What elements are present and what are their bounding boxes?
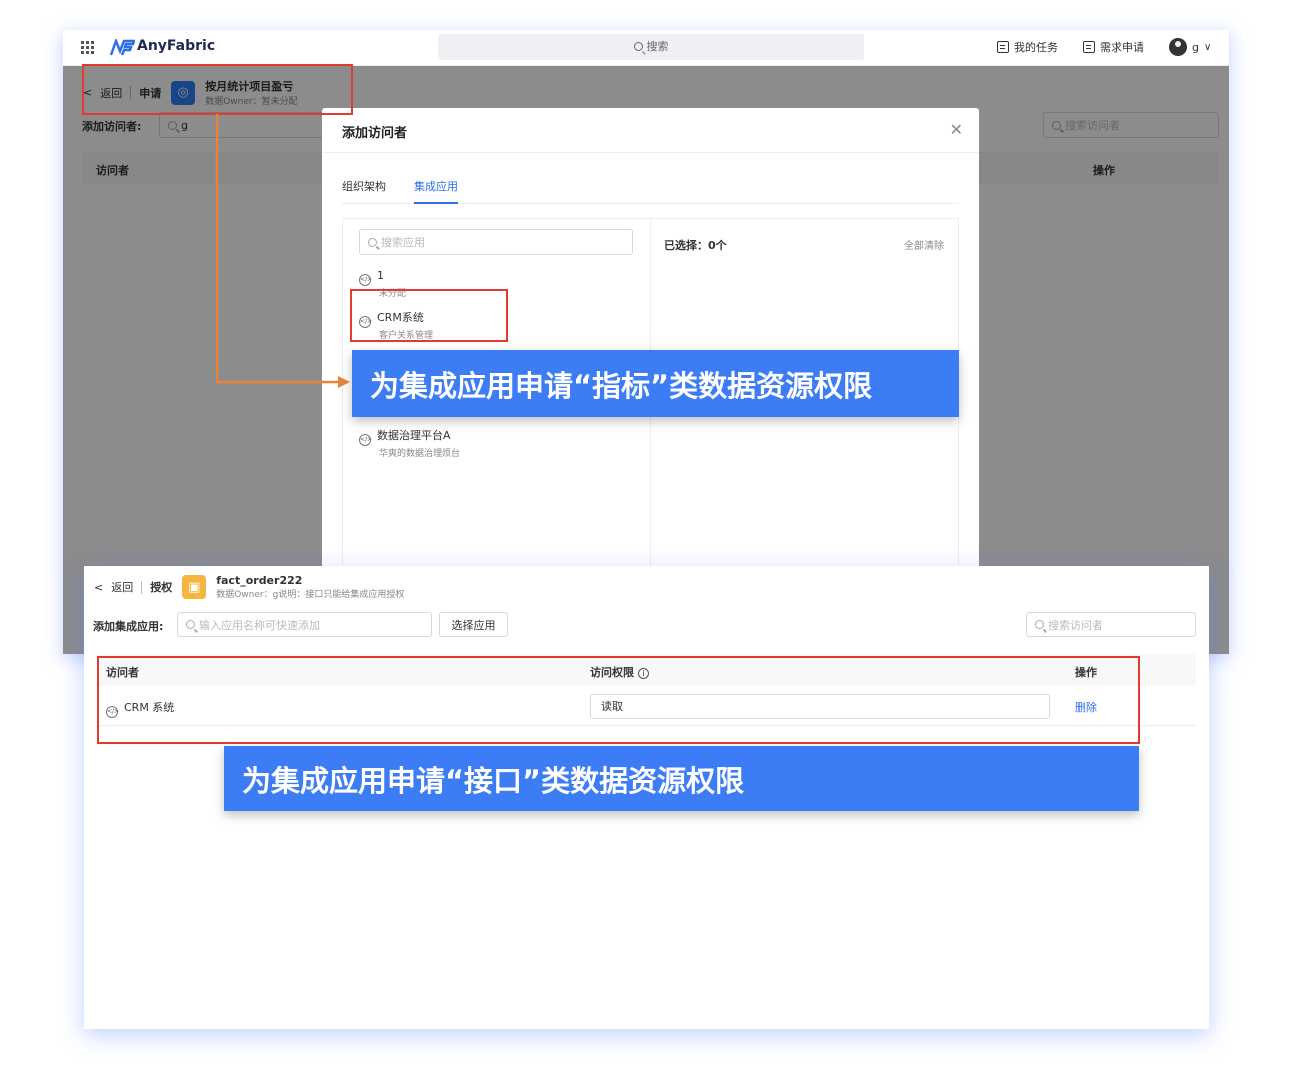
back-icon[interactable]: < <box>94 581 103 594</box>
my-tasks-link[interactable]: 我的任务 <box>997 39 1058 55</box>
app-name: AnyFabric <box>137 38 216 54</box>
search-app-placeholder: 搜索应用 <box>381 236 425 249</box>
search-icon <box>1035 620 1044 629</box>
divider <box>141 580 143 594</box>
divider <box>322 152 979 153</box>
add-app-label: 添加集成应用: <box>93 620 164 633</box>
app-name: 1 <box>377 269 384 282</box>
api-icon: ▣ <box>182 575 207 599</box>
highlight-crm-app <box>350 289 508 342</box>
highlight-resource <box>82 64 353 115</box>
resource-meta: 数据Owner：g说明：接口只能给集成应用授权 <box>216 590 405 600</box>
app-name: 数据治理平台A <box>377 429 451 442</box>
app-icon: </> <box>359 274 372 286</box>
banner-api: 为集成应用申请“接口”类数据资源权限 <box>224 746 1139 811</box>
app-icon: </> <box>359 434 372 446</box>
demand-apply-link[interactable]: 需求申请 <box>1083 39 1144 55</box>
task-icon <box>997 41 1009 53</box>
add-app-placeholder: 输入应用名称可快速添加 <box>199 618 320 632</box>
anyfabric-logo-icon <box>109 39 135 56</box>
app-item[interactable]: </> 数据治理平台A 华爽的数据治理烦台 <box>359 427 460 459</box>
clipboard-icon <box>1083 41 1095 53</box>
top-bar: AnyFabric 搜索 我的任务 需求申请 g ∨ <box>63 30 1229 66</box>
demand-apply-label: 需求申请 <box>1100 41 1144 54</box>
my-tasks-label: 我的任务 <box>1014 41 1058 54</box>
selected-count: 已选择：0个 <box>664 239 727 252</box>
mode-label: 授权 <box>150 581 173 594</box>
add-app-input[interactable]: 输入应用名称可快速添加 <box>177 612 432 637</box>
close-icon[interactable]: ✕ <box>950 120 963 139</box>
search-icon <box>368 237 377 247</box>
search-visitor-placeholder: 搜索访问者 <box>1048 618 1103 632</box>
global-search[interactable]: 搜索 <box>438 34 864 60</box>
choose-app-button[interactable]: 选择应用 <box>439 612 508 637</box>
search-icon <box>186 620 195 629</box>
search-visitor-input[interactable]: 搜索访问者 <box>1026 612 1196 637</box>
modal-tabs: 组织架构 集成应用 <box>342 176 959 204</box>
clear-all-button[interactable]: 全部清除 <box>904 237 944 252</box>
highlight-table <box>97 656 1140 744</box>
chevron-down-icon: ∨ <box>1203 41 1212 53</box>
app-grid-icon[interactable] <box>81 41 95 55</box>
search-app-input[interactable]: 搜索应用 <box>359 229 633 255</box>
banner-indicator: 为集成应用申请“指标”类数据资源权限 <box>352 350 959 417</box>
user-menu[interactable]: g ∨ <box>1169 38 1211 56</box>
global-search-placeholder: 搜索 <box>646 40 669 53</box>
back-link[interactable]: 返回 <box>111 579 133 595</box>
connector-arrow-icon <box>215 114 350 388</box>
resource-name: fact_order222 <box>216 574 303 587</box>
search-icon <box>633 42 643 51</box>
avatar <box>1169 38 1187 56</box>
app-desc: 华爽的数据治理烦台 <box>379 449 461 459</box>
tab-integrated-app[interactable]: 集成应用 <box>414 178 458 204</box>
breadcrumb: < 返回 授权 ▣ fact_order222 数据Owner：g说明：接口只能… <box>94 574 404 600</box>
user-name: g <box>1192 40 1199 54</box>
